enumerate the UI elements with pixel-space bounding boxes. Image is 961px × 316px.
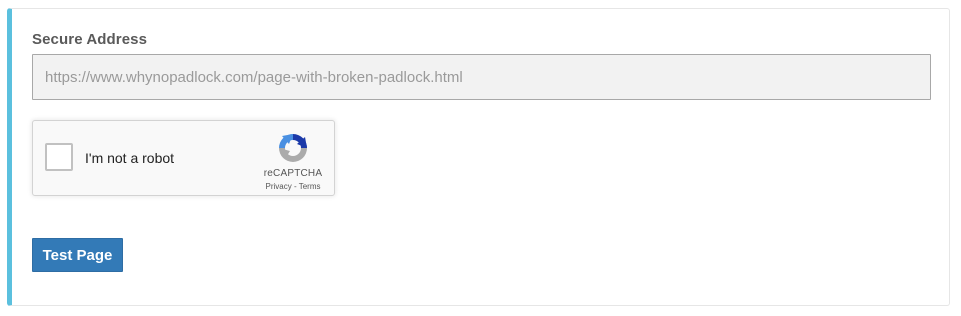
secure-address-label: Secure Address [32, 31, 148, 48]
recaptcha-terms-link[interactable]: Terms [299, 182, 321, 191]
recaptcha-privacy-link[interactable]: Privacy [266, 182, 292, 191]
recaptcha-link-separator: - [291, 182, 299, 191]
address-form-card: Secure Address I'm not a robot reCAPTCHA… [7, 8, 950, 306]
recaptcha-widget: I'm not a robot reCAPTCHA Privacy - Term… [32, 120, 335, 196]
secure-address-input[interactable] [32, 54, 931, 100]
recaptcha-links: Privacy - Terms [253, 182, 333, 191]
test-page-button[interactable]: Test Page [32, 238, 123, 272]
recaptcha-logo-icon [279, 134, 307, 162]
recaptcha-label: I'm not a robot [85, 150, 175, 166]
recaptcha-checkbox[interactable] [45, 143, 73, 171]
recaptcha-brand-text: reCAPTCHA [263, 168, 323, 179]
